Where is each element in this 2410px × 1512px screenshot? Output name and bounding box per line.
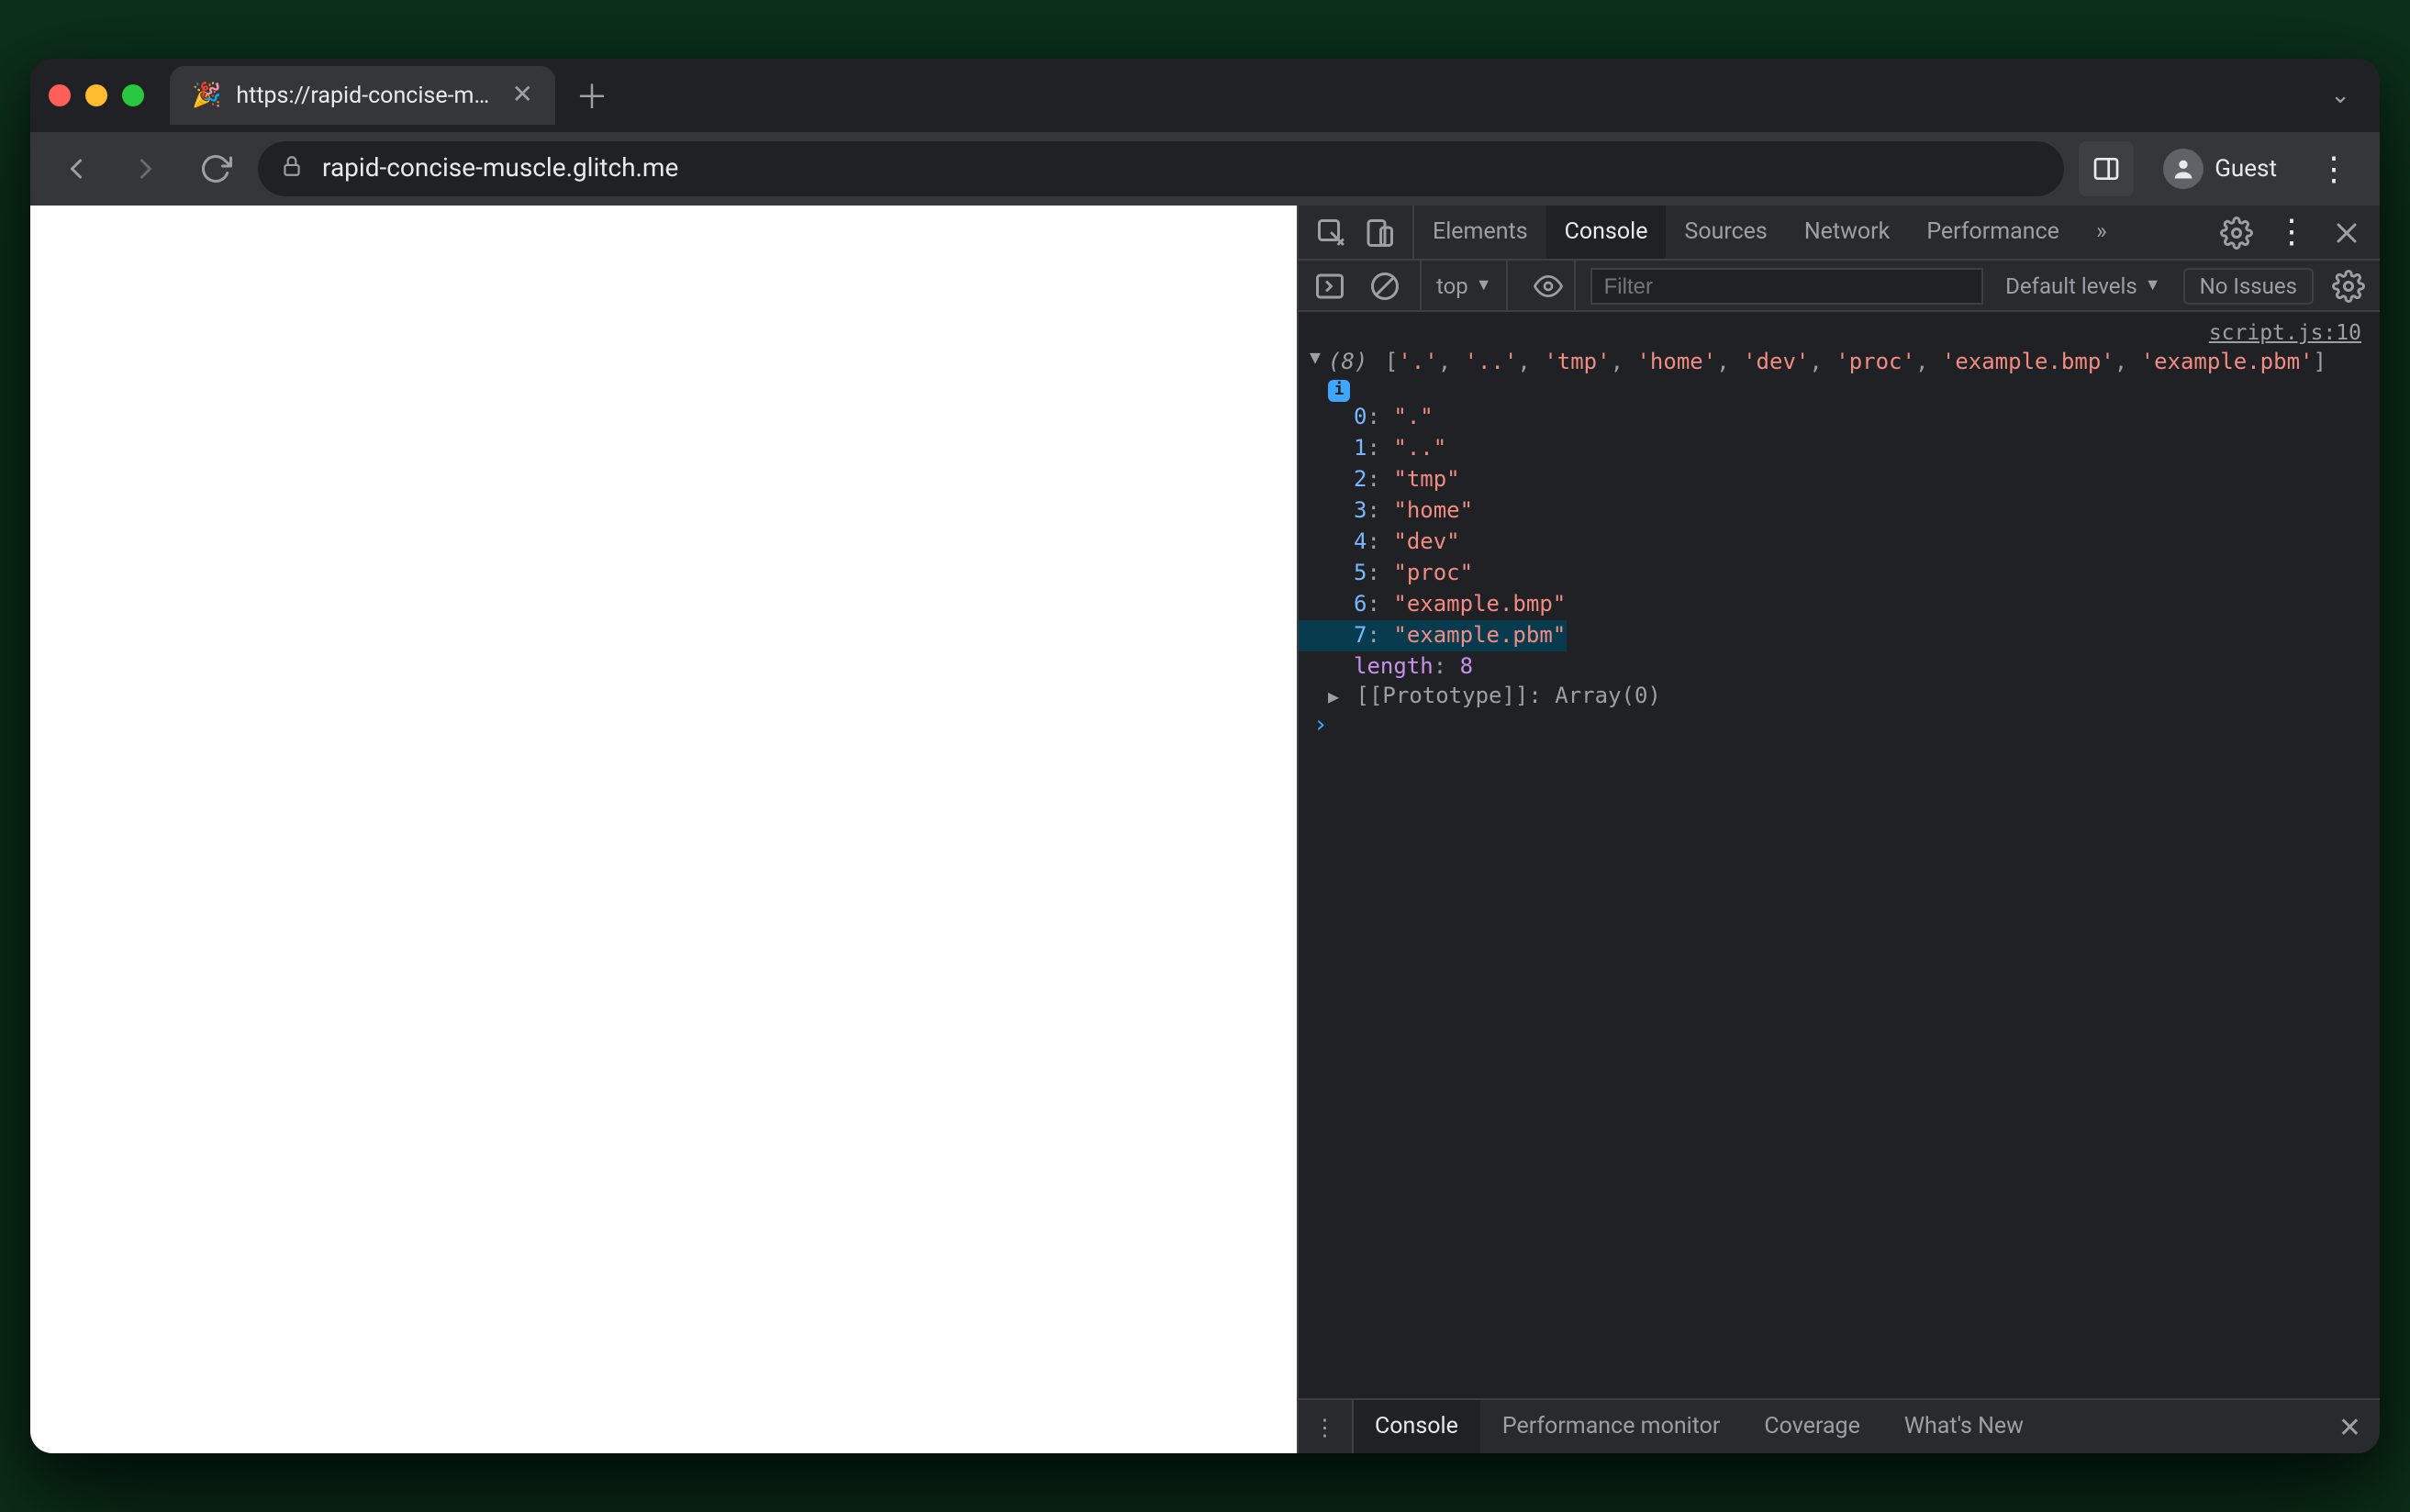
url-text: rapid-concise-muscle.glitch.me bbox=[322, 154, 678, 183]
fullscreen-window-button[interactable] bbox=[122, 84, 144, 106]
execution-context-select[interactable]: top ▼ bbox=[1420, 261, 1509, 310]
avatar-icon bbox=[2163, 149, 2204, 189]
browser-menu-button[interactable]: ⋮ bbox=[2306, 141, 2361, 196]
console-filter-input[interactable] bbox=[1591, 267, 1984, 304]
side-panel-button[interactable] bbox=[2079, 141, 2134, 196]
profile-button[interactable]: Guest bbox=[2148, 141, 2292, 196]
array-entry-row[interactable]: 1: ".." bbox=[1299, 433, 2380, 464]
devtools-tab-elements[interactable]: Elements bbox=[1414, 206, 1546, 259]
tab-strip: 🎉 https://rapid-concise-muscle.g ✕ ＋ ⌄ bbox=[30, 59, 2380, 132]
source-link[interactable]: script.js:10 bbox=[1299, 319, 2380, 349]
devtools-tab-performance[interactable]: Performance bbox=[1908, 206, 2078, 259]
console-output[interactable]: script.js:10 ▼ (8) ['.', '..', 'tmp', 'h… bbox=[1299, 312, 2380, 1398]
page-viewport[interactable] bbox=[30, 206, 1297, 1453]
address-bar[interactable]: rapid-concise-muscle.glitch.me bbox=[258, 141, 2064, 196]
array-entry-row[interactable]: 6: "example.bmp" bbox=[1299, 589, 2380, 620]
reload-button[interactable] bbox=[188, 141, 243, 196]
console-toolbar: top ▼ Default levels ▼ No Issues bbox=[1299, 261, 2380, 312]
drawer-tab-console[interactable]: Console bbox=[1353, 1400, 1480, 1453]
minimize-window-button[interactable] bbox=[85, 84, 107, 106]
console-prompt[interactable]: › bbox=[1299, 708, 2380, 743]
toolbar: rapid-concise-muscle.glitch.me Guest ⋮ bbox=[30, 132, 2380, 206]
array-count: (8) bbox=[1328, 349, 1367, 374]
prototype-value: Array(0) bbox=[1555, 683, 1661, 708]
devtools-tab-sources[interactable]: Sources bbox=[1666, 206, 1785, 259]
device-toolbar-button[interactable] bbox=[1357, 210, 1401, 254]
array-entry-row[interactable]: 5: "proc" bbox=[1299, 558, 2380, 589]
dropdown-caret-icon: ▼ bbox=[1476, 275, 1492, 295]
favicon-icon: 🎉 bbox=[192, 82, 221, 109]
new-tab-button[interactable]: ＋ bbox=[566, 70, 618, 121]
expand-toggle[interactable]: ▶ bbox=[1328, 688, 1339, 708]
profile-label: Guest bbox=[2215, 155, 2277, 183]
browser-window: 🎉 https://rapid-concise-muscle.g ✕ ＋ ⌄ bbox=[30, 59, 2380, 1453]
array-entry-row[interactable]: 3: "home" bbox=[1299, 495, 2380, 527]
lock-icon bbox=[280, 153, 304, 184]
array-length-row: length: 8 bbox=[1299, 651, 2380, 683]
devtools-panel: ElementsConsoleSourcesNetworkPerformance… bbox=[1297, 206, 2380, 1453]
content-area: ElementsConsoleSourcesNetworkPerformance… bbox=[30, 206, 2380, 1453]
array-entry-row[interactable]: 4: "dev" bbox=[1299, 527, 2380, 558]
context-label: top bbox=[1436, 272, 1468, 298]
length-value: 8 bbox=[1460, 653, 1473, 679]
levels-label: Default levels bbox=[2005, 272, 2137, 298]
close-window-button[interactable] bbox=[49, 84, 71, 106]
log-levels-select[interactable]: Default levels ▼ bbox=[1998, 272, 2168, 298]
close-tab-button[interactable]: ✕ bbox=[512, 81, 533, 110]
drawer-tab-performance-monitor[interactable]: Performance monitor bbox=[1480, 1400, 1743, 1453]
devtools-tab-bar: ElementsConsoleSourcesNetworkPerformance… bbox=[1299, 206, 2380, 261]
array-entry-row[interactable]: 2: "tmp" bbox=[1299, 464, 2380, 495]
array-entry-row[interactable]: 0: "." bbox=[1299, 402, 2380, 433]
tab-title: https://rapid-concise-muscle.g bbox=[236, 82, 497, 109]
info-badge-icon[interactable]: i bbox=[1328, 380, 1350, 402]
prototype-row[interactable]: ▶ [[Prototype]]: Array(0) bbox=[1299, 683, 2380, 708]
forward-button[interactable] bbox=[118, 141, 173, 196]
console-sidebar-toggle[interactable] bbox=[1310, 265, 1350, 306]
back-button[interactable] bbox=[49, 141, 104, 196]
devtools-more-tabs-button[interactable]: » bbox=[2078, 206, 2125, 259]
devtools-picker-group bbox=[1299, 206, 1414, 259]
dropdown-caret-icon: ▼ bbox=[2145, 275, 2161, 295]
devtools-menu-button[interactable]: ⋮ bbox=[2270, 210, 2314, 254]
devtools-tab-console[interactable]: Console bbox=[1546, 206, 1667, 259]
drawer-tab-coverage[interactable]: Coverage bbox=[1742, 1400, 1881, 1453]
drawer-menu-button[interactable]: ⋮ bbox=[1299, 1400, 1353, 1453]
array-summary-row[interactable]: ▼ (8) ['.', '..', 'tmp', 'home', 'dev', … bbox=[1299, 349, 2380, 374]
drawer-tab-what's-new[interactable]: What's New bbox=[1882, 1400, 2046, 1453]
expand-toggle[interactable]: ▼ bbox=[1302, 349, 1328, 374]
clear-console-button[interactable] bbox=[1365, 265, 1405, 306]
inspect-element-button[interactable] bbox=[1310, 210, 1354, 254]
live-expression-button[interactable] bbox=[1523, 261, 1577, 310]
console-settings-button[interactable] bbox=[2328, 265, 2369, 306]
prototype-label: [[Prototype]] bbox=[1356, 683, 1529, 708]
browser-tab[interactable]: 🎉 https://rapid-concise-muscle.g ✕ bbox=[170, 66, 555, 125]
issues-button[interactable]: No Issues bbox=[2183, 267, 2314, 304]
drawer-close-button[interactable]: ✕ bbox=[2320, 1410, 2380, 1443]
length-key: length bbox=[1354, 653, 1434, 679]
devtools-settings-button[interactable] bbox=[2215, 210, 2259, 254]
tab-search-button[interactable]: ⌄ bbox=[2319, 71, 2361, 120]
devtools-tab-network[interactable]: Network bbox=[1786, 206, 1908, 259]
traffic-lights bbox=[49, 84, 144, 106]
array-entry-row[interactable]: 7: "example.pbm" bbox=[1299, 620, 1566, 651]
devtools-close-button[interactable] bbox=[2325, 210, 2369, 254]
devtools-drawer: ⋮ ConsolePerformance monitorCoverageWhat… bbox=[1299, 1398, 2380, 1453]
